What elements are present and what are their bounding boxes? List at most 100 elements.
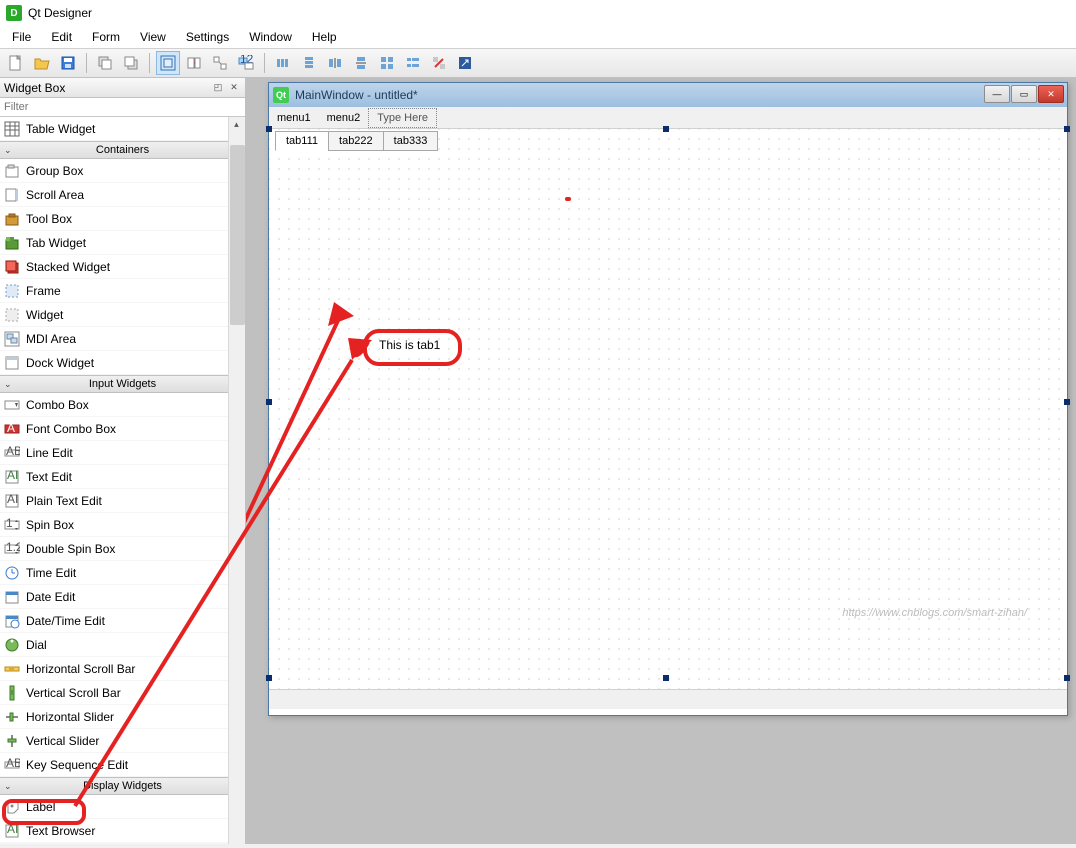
resize-handle[interactable] bbox=[266, 126, 272, 132]
widget-item-label: Horizontal Slider bbox=[26, 710, 114, 724]
widget-item-horizontal-slider[interactable]: Horizontal Slider bbox=[0, 705, 245, 729]
resize-handle[interactable] bbox=[1064, 399, 1070, 405]
menu-help[interactable]: Help bbox=[302, 27, 347, 47]
resize-handle[interactable] bbox=[663, 675, 669, 681]
widget-item-horizontal-scroll-bar[interactable]: Horizontal Scroll Bar bbox=[0, 657, 245, 681]
widget-item-font-combo-box[interactable]: AFont Combo Box bbox=[0, 417, 245, 441]
layout-grid-icon[interactable] bbox=[375, 51, 399, 75]
close-button[interactable]: ✕ bbox=[1038, 85, 1064, 103]
menu-settings[interactable]: Settings bbox=[176, 27, 239, 47]
tab-2[interactable]: tab222 bbox=[328, 131, 384, 151]
widget-item-label: MDI Area bbox=[26, 332, 76, 346]
new-file-icon[interactable] bbox=[4, 51, 28, 75]
widget-item-line-edit[interactable]: ABI Line Edit bbox=[0, 441, 245, 465]
tab-1[interactable]: tab111 bbox=[275, 131, 329, 151]
filter-input[interactable] bbox=[0, 98, 245, 116]
layout-vert-splitter-icon[interactable] bbox=[349, 51, 373, 75]
menu-view[interactable]: View bbox=[130, 27, 176, 47]
panel-close-icon[interactable]: ✕ bbox=[227, 81, 241, 95]
resize-handle[interactable] bbox=[1064, 126, 1070, 132]
widget-item-date-edit[interactable]: Date Edit bbox=[0, 585, 245, 609]
widget-item-tool-box[interactable]: Tool Box bbox=[0, 207, 245, 231]
design-menu-1[interactable]: menu1 bbox=[269, 109, 319, 127]
textedit-icon: AI bbox=[4, 469, 20, 485]
watermark: https://www.cnblogs.com/smart-zihan/ bbox=[842, 607, 1027, 619]
send-back-icon[interactable] bbox=[93, 51, 117, 75]
widget-item-stacked-widget[interactable]: Stacked Widget bbox=[0, 255, 245, 279]
widget-item-vertical-slider[interactable]: Vertical Slider bbox=[0, 729, 245, 753]
toolbox-icon bbox=[4, 211, 20, 227]
widget-item-frame[interactable]: Frame bbox=[0, 279, 245, 303]
widget-item-mdi-area[interactable]: MDI Area bbox=[0, 327, 245, 351]
edit-taborder-icon[interactable]: 12 bbox=[234, 51, 258, 75]
widget-item-time-edit[interactable]: Time Edit bbox=[0, 561, 245, 585]
widget-item-vertical-scroll-bar[interactable]: Vertical Scroll Bar bbox=[0, 681, 245, 705]
widget-item-double-spin-box[interactable]: 1.2Double Spin Box bbox=[0, 537, 245, 561]
widget-item-label: Font Combo Box bbox=[26, 422, 116, 436]
statusbar bbox=[269, 689, 1067, 709]
menu-edit[interactable]: Edit bbox=[41, 27, 82, 47]
widget-item-dock-widget[interactable]: Dock Widget bbox=[0, 351, 245, 375]
widget-item-spin-box[interactable]: 1Spin Box bbox=[0, 513, 245, 537]
menu-form[interactable]: Form bbox=[82, 27, 130, 47]
widget-item-label: Text Edit bbox=[26, 470, 72, 484]
menu-window[interactable]: Window bbox=[239, 27, 302, 47]
minimize-button[interactable]: — bbox=[984, 85, 1010, 103]
type-here-placeholder[interactable]: Type Here bbox=[368, 108, 437, 128]
widget-icon bbox=[4, 307, 20, 323]
category-header[interactable]: ⌄Containers bbox=[0, 141, 245, 159]
layout-form-icon[interactable] bbox=[401, 51, 425, 75]
edit-widgets-icon[interactable] bbox=[156, 51, 180, 75]
widget-item-group-box[interactable]: Group Box bbox=[0, 159, 245, 183]
widget-item-label: Date Edit bbox=[26, 590, 75, 604]
tab-widget[interactable]: tab111 tab222 tab333 bbox=[275, 131, 437, 151]
category-header[interactable]: ⌄Display Widgets bbox=[0, 777, 245, 795]
scrollbar[interactable]: ▲ bbox=[228, 117, 245, 844]
widget-list[interactable]: Table Widget⌄ContainersGroup BoxScroll A… bbox=[0, 117, 245, 844]
layout-vert-icon[interactable] bbox=[297, 51, 321, 75]
widget-item-combo-box[interactable]: Combo Box bbox=[0, 393, 245, 417]
resize-handle[interactable] bbox=[266, 675, 272, 681]
design-label-text[interactable]: This is tab1 bbox=[379, 338, 440, 352]
adjust-size-icon[interactable] bbox=[453, 51, 477, 75]
edit-buddies-icon[interactable] bbox=[208, 51, 232, 75]
resize-handle[interactable] bbox=[663, 126, 669, 132]
edit-signals-icon[interactable] bbox=[182, 51, 206, 75]
stack-icon bbox=[4, 259, 20, 275]
widget-item-text-edit[interactable]: AI Text Edit bbox=[0, 465, 245, 489]
widget-item-label: Line Edit bbox=[26, 446, 73, 460]
panel-float-icon[interactable]: ◰ bbox=[211, 81, 225, 95]
widget-item-key-sequence-edit[interactable]: ABKey Sequence Edit bbox=[0, 753, 245, 777]
layout-horiz-splitter-icon[interactable] bbox=[323, 51, 347, 75]
widget-item-label: Tool Box bbox=[26, 212, 72, 226]
widget-item-widget[interactable]: Widget bbox=[0, 303, 245, 327]
widget-item-label: Key Sequence Edit bbox=[26, 758, 128, 772]
hslider-icon bbox=[4, 709, 20, 725]
resize-handle[interactable] bbox=[1064, 675, 1070, 681]
svg-text:ABI: ABI bbox=[6, 445, 20, 458]
save-icon[interactable] bbox=[56, 51, 80, 75]
widget-item-table-widget[interactable]: Table Widget bbox=[0, 117, 245, 141]
widget-item-tab-widget[interactable]: Tab Widget bbox=[0, 231, 245, 255]
break-layout-icon[interactable] bbox=[427, 51, 451, 75]
widget-item-date/time-edit[interactable]: Date/Time Edit bbox=[0, 609, 245, 633]
tabw-icon bbox=[4, 235, 20, 251]
design-subwindow[interactable]: Qt MainWindow - untitled* — ▭ ✕ menu1 me… bbox=[268, 82, 1068, 716]
vscroll-icon bbox=[4, 685, 20, 701]
widget-item-scroll-area[interactable]: Scroll Area bbox=[0, 183, 245, 207]
design-surface[interactable]: tab111 tab222 tab333 This is tab1 https:… bbox=[269, 129, 1067, 689]
subwindow-titlebar[interactable]: Qt MainWindow - untitled* — ▭ ✕ bbox=[269, 83, 1067, 107]
maximize-button[interactable]: ▭ bbox=[1011, 85, 1037, 103]
menu-file[interactable]: File bbox=[2, 27, 41, 47]
layout-horiz-icon[interactable] bbox=[271, 51, 295, 75]
tab-3[interactable]: tab333 bbox=[383, 131, 439, 151]
open-file-icon[interactable] bbox=[30, 51, 54, 75]
widget-item-dial[interactable]: Dial bbox=[0, 633, 245, 657]
panel-title-text: Widget Box bbox=[4, 81, 65, 95]
design-menu-2[interactable]: menu2 bbox=[319, 109, 369, 127]
bring-front-icon[interactable] bbox=[119, 51, 143, 75]
category-header[interactable]: ⌄Input Widgets bbox=[0, 375, 245, 393]
subwindow-title: MainWindow - untitled* bbox=[295, 88, 418, 102]
resize-handle[interactable] bbox=[266, 399, 272, 405]
widget-item-plain-text-edit[interactable]: AIPlain Text Edit bbox=[0, 489, 245, 513]
